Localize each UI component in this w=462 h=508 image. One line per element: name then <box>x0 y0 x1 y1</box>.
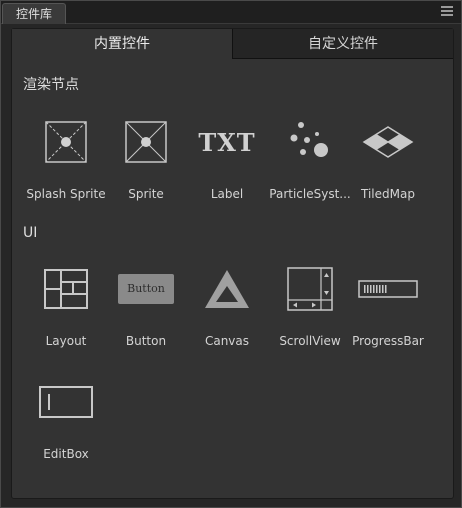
widget-label: ProgressBar <box>352 334 424 348</box>
tiledmap-icon <box>345 117 431 167</box>
progressbar-icon <box>345 264 431 314</box>
widget-label: Layout <box>45 334 87 348</box>
section-title-render-nodes: 渲染节点 <box>23 77 79 93</box>
canvas-icon <box>184 264 270 314</box>
widget-layout[interactable]: Layout <box>23 264 109 348</box>
section-title-ui: UI <box>23 225 38 241</box>
widget-particle-system[interactable]: ParticleSyst... <box>267 117 353 201</box>
button-icon: Button <box>103 264 189 314</box>
widget-progressbar[interactable]: ProgressBar <box>345 264 431 348</box>
widget-library-panel: 控件库 内置控件 自定义控件 渲染节点 Splash Sprite Sprite… <box>0 0 462 508</box>
widget-label: Label <box>210 187 244 201</box>
sprite-icon <box>103 117 189 167</box>
layout-icon <box>23 264 109 314</box>
menu-icon[interactable] <box>441 6 453 16</box>
widget-label: Splash Sprite <box>26 187 106 201</box>
panel-titlebar: 控件库 <box>1 1 461 24</box>
widget-label: ScrollView <box>279 334 341 348</box>
widget-editbox[interactable]: EditBox <box>23 377 109 461</box>
widget-splash-sprite[interactable]: Splash Sprite <box>23 117 109 201</box>
widget-button[interactable]: Button Button <box>103 264 189 348</box>
scrollview-icon <box>267 264 353 314</box>
label-icon: TXT <box>184 117 270 167</box>
widget-sprite[interactable]: Sprite <box>103 117 189 201</box>
panel-title-tab[interactable]: 控件库 <box>2 3 66 24</box>
widget-label: Canvas <box>204 334 250 348</box>
button-icon-face: Button <box>118 274 174 304</box>
splash-sprite-icon <box>23 117 109 167</box>
particle-system-icon <box>267 117 353 167</box>
label-icon-text: TXT <box>198 127 256 157</box>
widget-label: Button <box>125 334 167 348</box>
widget-canvas[interactable]: Canvas <box>184 264 270 348</box>
widget-label: EditBox <box>43 447 89 461</box>
editbox-icon <box>23 377 109 427</box>
widget-label: ParticleSyst... <box>269 187 351 201</box>
widget-label: Sprite <box>128 187 164 201</box>
panel-content: 内置控件 自定义控件 渲染节点 Splash Sprite Sprite TXT… <box>11 28 454 499</box>
tab-bar: 内置控件 自定义控件 <box>12 29 453 59</box>
tab-custom-widgets[interactable]: 自定义控件 <box>232 29 453 59</box>
tab-builtin-widgets[interactable]: 内置控件 <box>12 29 232 59</box>
widget-tiledmap[interactable]: TiledMap <box>345 117 431 201</box>
widget-scrollview[interactable]: ScrollView <box>267 264 353 348</box>
widget-label: TiledMap <box>361 187 415 201</box>
widget-label-node[interactable]: TXT Label <box>184 117 270 202</box>
